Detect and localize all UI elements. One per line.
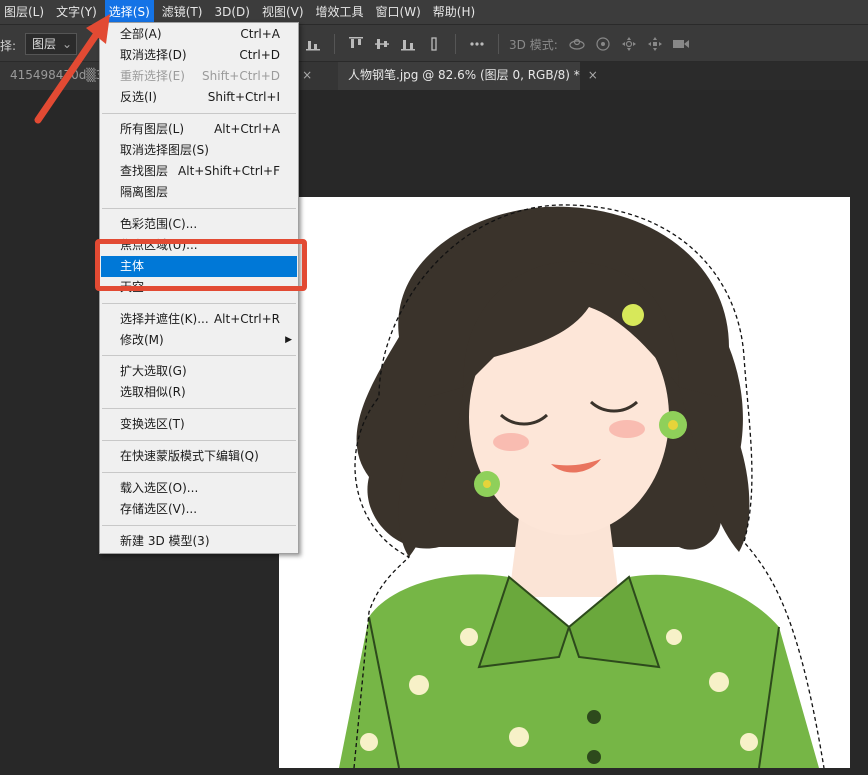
menu-separator: [102, 408, 296, 409]
menu-item-isolate-layers[interactable]: 隔离图层: [101, 182, 297, 203]
align-bottom-icon[interactable]: [395, 31, 421, 57]
menu-item-new-3d-model[interactable]: 新建 3D 模型(3): [101, 531, 297, 552]
layer-select-dropdown[interactable]: 图层 ⌄: [25, 33, 77, 55]
menu-item-shortcut: Shift+Ctrl+D: [202, 69, 280, 83]
menu-separator: [102, 113, 296, 114]
menu-help[interactable]: 帮助(H): [429, 0, 479, 24]
menu-item-color-range[interactable]: 色彩范围(C)...: [101, 214, 297, 235]
menu-item-label: 载入选区(O)...: [120, 481, 199, 495]
menu-item-deselect-layers[interactable]: 取消选择图层(S): [101, 140, 297, 161]
align-vertical-center-icon[interactable]: [369, 31, 395, 57]
3d-mode-label: 3D 模式:: [509, 37, 558, 52]
menu-window[interactable]: 窗口(W): [372, 0, 425, 24]
menu-separator: [102, 355, 296, 356]
align-toolbar: 3D 模式:: [300, 31, 694, 57]
menu-item-shortcut: Alt+Ctrl+A: [214, 122, 280, 136]
roll-3d-icon[interactable]: [590, 31, 616, 57]
chevron-down-icon: ⌄: [61, 37, 72, 51]
menu-item-label: 重新选择(E): [120, 69, 185, 83]
menu-item-shortcut: Ctrl+D: [239, 48, 280, 62]
menu-view[interactable]: 视图(V): [258, 0, 308, 24]
girl-illustration: [339, 204, 825, 768]
more-options-icon[interactable]: [464, 31, 490, 57]
tab-document-active[interactable]: 人物钢笔.jpg @ 82.6% (图层 0, RGB/8) * ×: [338, 62, 598, 90]
menu-item-shortcut: Alt+Shift+Ctrl+F: [178, 164, 280, 178]
menu-item-label: 隔离图层: [120, 185, 169, 199]
menu-item-label: 变换选区(T): [120, 417, 185, 431]
menu-select[interactable]: 选择(S): [104, 0, 154, 24]
menu-item-transform-selection[interactable]: 变换选区(T): [101, 414, 297, 435]
menu-separator: [102, 440, 296, 441]
slide-3d-icon[interactable]: [642, 31, 668, 57]
menu-separator: [102, 208, 296, 209]
submenu-arrow-icon: ▶: [285, 335, 292, 345]
menu-item-label: 色彩范围(C)...: [120, 217, 198, 231]
menu-bar: 图层(L) 文字(Y) 选择(S) 滤镜(T) 3D(D) 视图(V) 增效工具…: [0, 0, 868, 24]
menu-item-label: 所有图层(L): [120, 122, 185, 136]
menu-item-shortcut: Ctrl+A: [240, 27, 280, 41]
align-top-icon[interactable]: [343, 31, 369, 57]
menu-separator: [102, 525, 296, 526]
menu-item-label: 存储选区(V)...: [120, 502, 198, 516]
tab-title: 人物钢笔.jpg @ 82.6% (图层 0, RGB/8) *: [348, 68, 580, 82]
distribute-icon[interactable]: [421, 31, 447, 57]
menu-item-load-selection[interactable]: 载入选区(O)...: [101, 478, 297, 499]
menu-item-label: 扩大选取(G): [120, 364, 187, 378]
menu-separator: [102, 472, 296, 473]
menu-item-all-layers[interactable]: 所有图层(L) Alt+Ctrl+A: [101, 119, 297, 140]
menu-item-select-and-mask[interactable]: 选择并遮住(K)... Alt+Ctrl+R: [101, 309, 297, 330]
menu-item-quick-mask[interactable]: 在快速蒙版模式下编辑(Q): [101, 446, 297, 467]
menu-3d[interactable]: 3D(D): [210, 0, 253, 24]
menu-item-label: 选取相似(R): [120, 385, 186, 399]
menu-type[interactable]: 文字(Y): [52, 0, 101, 24]
options-select-label: 择:: [0, 39, 17, 53]
menu-item-grow[interactable]: 扩大选取(G): [101, 361, 297, 382]
toolbar-divider: [334, 34, 335, 54]
layer-select-value: 图层: [32, 37, 57, 51]
menu-item-label: 在快速蒙版模式下编辑(Q): [120, 449, 259, 463]
menu-item-all[interactable]: 全部(A) Ctrl+A: [101, 24, 297, 45]
align-bottom-edges-icon[interactable]: [300, 31, 326, 57]
menu-item-label: 全部(A): [120, 27, 162, 41]
annotation-highlight-box: [95, 239, 307, 291]
document-canvas[interactable]: [279, 197, 850, 768]
menu-filter[interactable]: 滤镜(T): [158, 0, 207, 24]
menu-item-shortcut: Shift+Ctrl+I: [207, 90, 280, 104]
menu-item-inverse[interactable]: 反选(I) Shift+Ctrl+I: [101, 87, 297, 108]
toolbar-divider: [455, 34, 456, 54]
menu-item-reselect[interactable]: 重新选择(E) Shift+Ctrl+D: [101, 66, 297, 87]
menu-item-label: 修改(M): [120, 333, 164, 347]
close-icon[interactable]: ×: [302, 68, 312, 82]
menu-item-shortcut: Alt+Ctrl+R: [213, 312, 280, 326]
menu-layer[interactable]: 图层(L): [0, 0, 48, 24]
menu-item-deselect[interactable]: 取消选择(D) Ctrl+D: [101, 45, 297, 66]
menu-item-save-selection[interactable]: 存储选区(V)...: [101, 499, 297, 520]
video-camera-icon[interactable]: [668, 31, 694, 57]
menu-item-label: 新建 3D 模型(3): [120, 534, 210, 548]
orbit-3d-icon[interactable]: [564, 31, 590, 57]
menu-item-label: 取消选择图层(S): [120, 143, 209, 157]
close-icon[interactable]: ×: [588, 68, 598, 82]
menu-item-label: 查找图层: [120, 164, 169, 178]
menu-item-modify[interactable]: 修改(M) ▶: [101, 330, 297, 351]
menu-item-find-layers[interactable]: 查找图层 Alt+Shift+Ctrl+F: [101, 161, 297, 182]
menu-plugins[interactable]: 增效工具: [312, 0, 368, 24]
menu-item-label: 取消选择(D): [120, 48, 187, 62]
drag-3d-icon[interactable]: [616, 31, 642, 57]
menu-item-label: 选择并遮住(K)...: [120, 312, 209, 326]
menu-item-label: 反选(I): [120, 90, 157, 104]
menu-item-similar[interactable]: 选取相似(R): [101, 382, 297, 403]
toolbar-divider: [498, 34, 499, 54]
menu-separator: [102, 303, 296, 304]
